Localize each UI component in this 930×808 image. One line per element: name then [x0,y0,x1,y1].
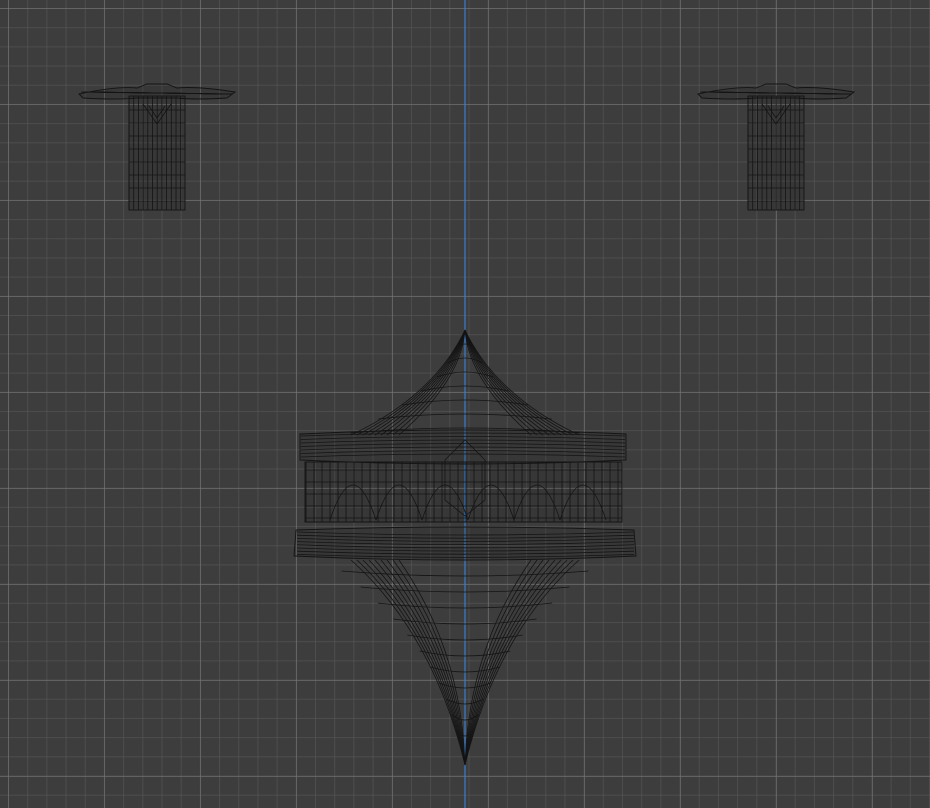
spike-top-edge [464,329,568,436]
spike-top-edge [464,329,580,436]
spike-top-edge [464,329,538,436]
spike-bottom-edge [464,559,550,766]
spike-top-edge [464,329,544,436]
band-middle [304,461,623,523]
spike-top-edge [386,329,466,436]
spike-top-edge [464,329,562,436]
wireframe-object-right[interactable] [697,83,856,211]
wireframe-object-left[interactable] [78,83,237,211]
spike-top-edge [392,329,466,436]
spike-top-edge [368,329,466,436]
spike-top-edge [362,329,466,436]
spike-bottom-edge [386,559,466,766]
spike-bottom-edge [380,559,466,766]
viewport-canvas[interactable] [0,0,930,808]
spike-bottom-edge [464,559,544,766]
band-lower [293,526,637,561]
spike-top-edge [350,329,466,436]
3d-viewport[interactable] [0,0,930,808]
